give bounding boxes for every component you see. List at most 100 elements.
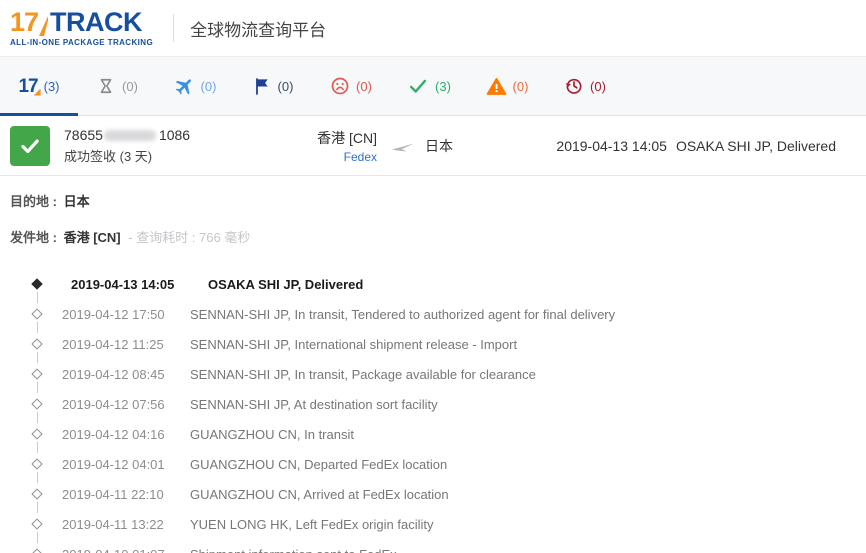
tracking-number-suffix: 1086 (159, 127, 190, 143)
tab-all-17track[interactable]: 17 (3) (0, 57, 78, 115)
tracking-timeline: 2019-04-13 14:05 OSAKA SHI JP, Delivered… (0, 263, 866, 553)
event-description: GUANGZHOU CN, Departed FedEx location (190, 457, 447, 472)
event-description: SENNAN-SHI JP, International shipment re… (190, 337, 517, 352)
event-description: YUEN LONG HK, Left FedEx origin facility (190, 517, 433, 532)
carrier-link[interactable]: Fedex (297, 150, 377, 164)
17track-logo[interactable]: 17 TRACK ALL-IN-ONE PACKAGE TRACKING (10, 9, 153, 47)
destination-line: 目的地 : 日本 (10, 191, 856, 210)
query-time: - 查询耗时 : 766 毫秒 (128, 230, 250, 245)
origin-line: 发件地 : 香港 [CN] - 查询耗时 : 766 毫秒 (10, 227, 856, 246)
check-icon (407, 75, 429, 97)
destination-value: 日本 (64, 194, 90, 209)
event-description: Shipment information sent to FedEx (190, 547, 397, 553)
timeline-event: 2019-04-13 14:05 OSAKA SHI JP, Delivered (0, 269, 866, 299)
logo-track-text: TRACK (50, 9, 142, 36)
event-time: 2019-04-12 11:25 (62, 337, 190, 352)
destination-country: 日本 (425, 136, 453, 156)
tab-pick-up[interactable]: (0) (234, 57, 312, 115)
tab-undelivered[interactable]: (0) (312, 57, 390, 115)
timeline-event: 2019-04-11 22:10 GUANGZHOU CN, Arrived a… (0, 479, 866, 509)
event-time: 2019-04-12 17:50 (62, 307, 190, 322)
event-description: GUANGZHOU CN, Arrived at FedEx location (190, 487, 449, 502)
timeline-marker-icon (31, 458, 42, 469)
timeline-event: 2019-04-12 11:25 SENNAN-SHI JP, Internat… (0, 329, 866, 359)
event-description: GUANGZHOU CN, In transit (190, 427, 354, 442)
timeline-event: 2019-04-12 08:45 SENNAN-SHI JP, In trans… (0, 359, 866, 389)
status-tab-bar: 17 (3) (0) (0) (0, 56, 866, 116)
shipment-number-block: 78655 1086 成功签收 (3 天) (64, 127, 190, 165)
timeline-marker-icon (31, 488, 42, 499)
timeline-marker-icon (31, 338, 42, 349)
timeline-event: 2019-04-12 17:50 SENNAN-SHI JP, In trans… (0, 299, 866, 329)
event-time: 2019-04-11 22:10 (62, 487, 190, 502)
header-divider (173, 14, 174, 42)
tracking-number-prefix: 78655 (64, 127, 103, 143)
hourglass-icon (96, 76, 116, 96)
17track-logo-icon: 17 (18, 77, 37, 96)
tracking-number: 78655 1086 (64, 127, 190, 143)
timeline-marker-icon (31, 368, 42, 379)
tab-count: (0) (356, 79, 372, 94)
tab-expired[interactable]: (0) (546, 57, 624, 115)
event-time: 2019-04-13 14:05 (71, 277, 199, 292)
event-description: SENNAN-SHI JP, At destination sort facil… (190, 397, 438, 412)
timeline-event: 2019-04-12 07:56 SENNAN-SHI JP, At desti… (0, 389, 866, 419)
page: 17 TRACK ALL-IN-ONE PACKAGE TRACKING 全球物… (0, 0, 866, 553)
event-time: 2019-04-12 08:45 (62, 367, 190, 382)
tab-count: (0) (201, 79, 217, 94)
origin-country: 香港 [CN] (297, 128, 377, 148)
logo-wedge-icon (39, 16, 48, 36)
event-description: SENNAN-SHI JP, In transit, Package avail… (190, 367, 536, 382)
route-plane-icon (391, 138, 417, 154)
tab-count: (0) (278, 79, 294, 94)
header: 17 TRACK ALL-IN-ONE PACKAGE TRACKING 全球物… (0, 0, 866, 56)
latest-event-description: OSAKA SHI JP, Delivered (676, 138, 836, 154)
route-summary: 香港 [CN] Fedex 日本 (297, 116, 453, 175)
sad-face-icon (330, 76, 350, 96)
origin-label: 发件地 : (10, 230, 57, 245)
flag-icon (253, 77, 272, 96)
event-time: 2019-04-11 13:22 (62, 517, 190, 532)
timeline-event: 2019-04-12 04:16 GUANGZHOU CN, In transi… (0, 419, 866, 449)
delivered-check-icon (10, 126, 50, 166)
tab-delivered[interactable]: (3) (390, 57, 468, 115)
shipment-info: 目的地 : 日本 发件地 : 香港 [CN] - 查询耗时 : 766 毫秒 (0, 176, 866, 246)
destination-label: 目的地 : (10, 194, 57, 209)
tab-count: (3) (435, 79, 451, 94)
logo-wordmark: 17 TRACK (10, 9, 153, 36)
tab-alert[interactable]: (0) (468, 57, 546, 115)
event-time: 2019-04-12 04:01 (62, 457, 190, 472)
tab-pending[interactable]: (0) (78, 57, 156, 115)
event-description: OSAKA SHI JP, Delivered (208, 277, 363, 292)
tab-count: (0) (590, 79, 606, 94)
delivery-status-text: 成功签收 (3 天) (64, 146, 190, 165)
tab-count: (0) (513, 79, 529, 94)
timeline-event: 2019-04-11 13:22 YUEN LONG HK, Left FedE… (0, 509, 866, 539)
masked-digits (104, 130, 156, 141)
event-time: 2019-04-12 07:56 (62, 397, 190, 412)
tracking-summary-row[interactable]: 78655 1086 成功签收 (3 天) 香港 [CN] Fedex 日本 20… (0, 116, 866, 176)
tab-count: (3) (44, 79, 60, 94)
tab-count: (0) (122, 79, 138, 94)
timeline-marker-icon (31, 428, 42, 439)
event-time: 2019-04-10 01:07 (62, 547, 190, 553)
timeline-marker-icon (31, 308, 42, 319)
origin-block: 香港 [CN] Fedex (297, 128, 377, 164)
origin-value: 香港 [CN] (64, 230, 121, 245)
event-time: 2019-04-12 04:16 (62, 427, 190, 442)
airplane-icon (174, 76, 195, 97)
logo-17-text: 17 (10, 9, 38, 36)
page-title: 全球物流查询平台 (190, 16, 326, 41)
timeline-marker-icon (31, 518, 42, 529)
history-clock-icon (564, 76, 584, 96)
timeline-marker-icon (31, 548, 42, 553)
latest-event-summary: 2019-04-13 14:05 OSAKA SHI JP, Delivered (556, 138, 836, 154)
timeline-event: 2019-04-12 04:01 GUANGZHOU CN, Departed … (0, 449, 866, 479)
timeline-event: 2019-04-10 01:07 Shipment information se… (0, 539, 866, 553)
tab-in-transit[interactable]: (0) (156, 57, 234, 115)
warning-icon (486, 76, 507, 97)
latest-event-time: 2019-04-13 14:05 (556, 138, 667, 154)
timeline-marker-icon (31, 278, 42, 289)
logo-tagline: ALL-IN-ONE PACKAGE TRACKING (10, 38, 153, 47)
event-description: SENNAN-SHI JP, In transit, Tendered to a… (190, 307, 615, 322)
